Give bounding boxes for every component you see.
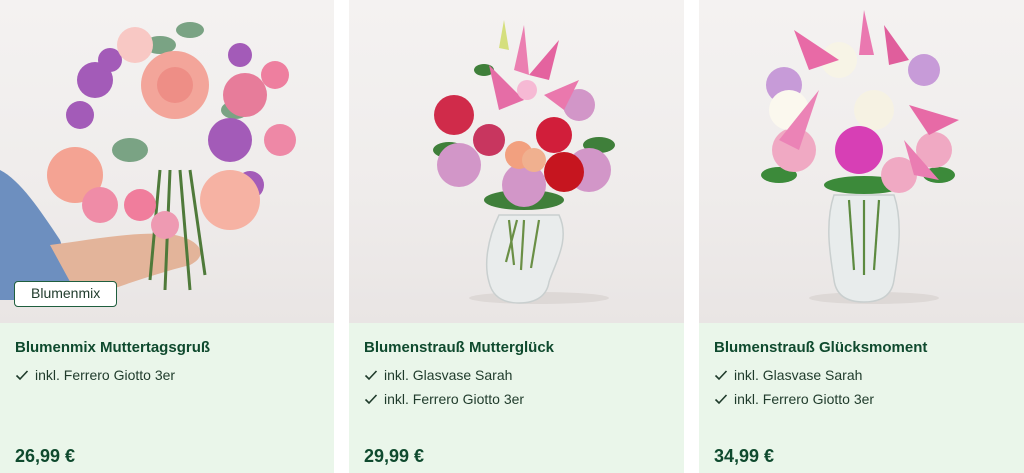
product-price: 29,99 € <box>364 446 425 466</box>
product-price: 26,99 € <box>15 446 76 466</box>
product-feature-label: inkl. Glasvase Sarah <box>384 367 513 383</box>
bouquet-illustration <box>433 20 615 304</box>
check-icon <box>364 370 378 381</box>
product-feature: inkl. Glasvase Sarah <box>714 365 862 385</box>
product-title[interactable]: Blumenstrauß Mutterglück <box>364 339 554 356</box>
product-info: Blumenmix Muttertagsgruß inkl. Ferrero G… <box>0 323 334 473</box>
product-feature: inkl. Glasvase Sarah <box>364 365 512 385</box>
product-image-bouquet-in-vase[interactable] <box>349 0 684 323</box>
product-feature-label: inkl. Ferrero Giotto 3er <box>734 391 875 407</box>
product-info: Blumenstrauß Mutterglück inkl. Glasvase … <box>349 323 684 473</box>
check-icon <box>364 394 378 405</box>
bouquet-illustration <box>761 10 959 304</box>
product-feature-label: inkl. Ferrero Giotto 3er <box>384 391 525 407</box>
bouquet-illustration <box>0 22 296 300</box>
product-image-bouquet-in-hand[interactable]: Blumenmix <box>0 0 334 323</box>
product-card[interactable]: Blumenmix Blumenmix Muttertagsgruß inkl.… <box>0 0 334 473</box>
product-feature: inkl. Ferrero Giotto 3er <box>15 365 175 385</box>
product-feature-label: inkl. Glasvase Sarah <box>734 367 863 383</box>
check-icon <box>15 370 29 381</box>
product-image-bouquet-in-vase[interactable] <box>699 0 1024 323</box>
product-feature: inkl. Ferrero Giotto 3er <box>714 389 874 409</box>
product-card[interactable]: Blumenstrauß Glücksmoment inkl. Glasvase… <box>699 0 1024 473</box>
product-feature: inkl. Ferrero Giotto 3er <box>364 389 524 409</box>
product-badge: Blumenmix <box>14 281 118 307</box>
product-info: Blumenstrauß Glücksmoment inkl. Glasvase… <box>699 323 1024 473</box>
product-price: 34,99 € <box>714 446 775 466</box>
check-icon <box>714 394 728 405</box>
product-title[interactable]: Blumenstrauß Glücksmoment <box>714 339 927 356</box>
product-title[interactable]: Blumenmix Muttertagsgruß <box>15 339 210 356</box>
check-icon <box>714 370 728 381</box>
product-card[interactable]: Blumenstrauß Mutterglück inkl. Glasvase … <box>349 0 684 473</box>
product-feature-label: inkl. Ferrero Giotto 3er <box>35 367 176 383</box>
